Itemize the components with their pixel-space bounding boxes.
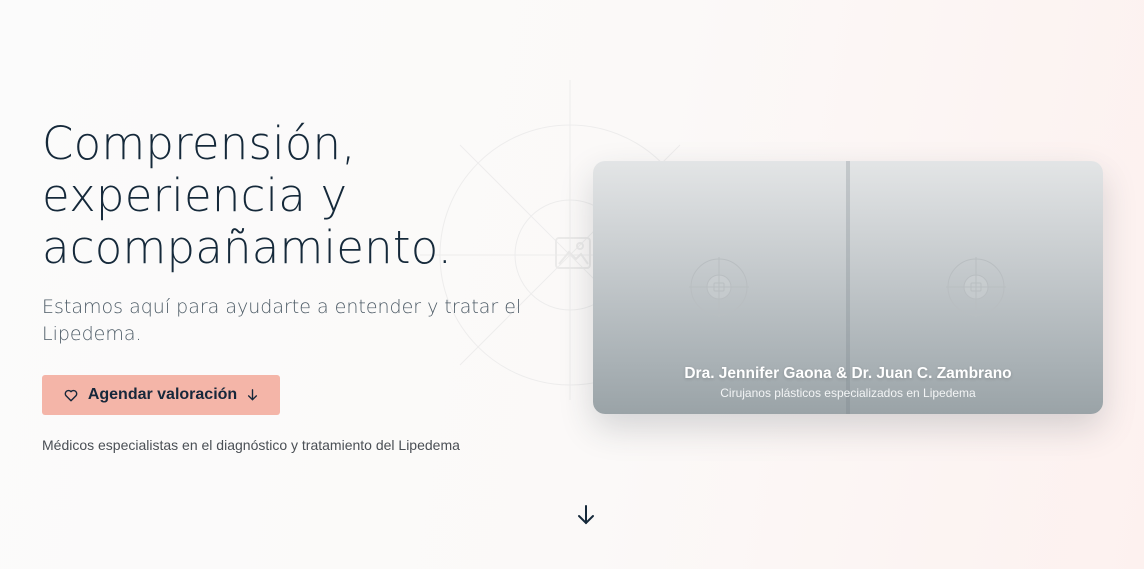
doctor-names: Dra. Jennifer Gaona & Dr. Juan C. Zambra… [684,365,1012,382]
hero-title-line-2: experiencia y [42,169,348,222]
hero-subtitle: Estamos aquí para ayudarte a entender y … [42,296,522,345]
hero-title: Comprensión, experiencia y acompañamient… [42,118,582,274]
hero-title-line-3: acompañamiento. [42,221,453,274]
card-caption: Dra. Jennifer Gaona & Dr. Juan C. Zambra… [593,365,1103,400]
image-placeholder-icon [946,257,1006,317]
arrow-down-icon [574,505,598,530]
hero-section: Comprensión, experiencia y acompañamient… [0,0,1144,569]
doctor-role: Cirujanos plásticos especializados en Li… [720,386,976,400]
doctors-image-card: Dra. Jennifer Gaona & Dr. Juan C. Zambra… [593,161,1103,414]
heart-icon [64,389,78,402]
scroll-down-button[interactable] [574,503,598,527]
hero-tagline: Médicos especialistas en el diagnóstico … [42,437,460,453]
hero-title-line-1: Comprensión, [42,117,356,170]
arrow-down-icon [247,389,258,401]
image-placeholder-icon [689,257,749,317]
schedule-appointment-button[interactable]: Agendar valoración [42,375,280,415]
schedule-appointment-label: Agendar valoración [87,386,238,403]
